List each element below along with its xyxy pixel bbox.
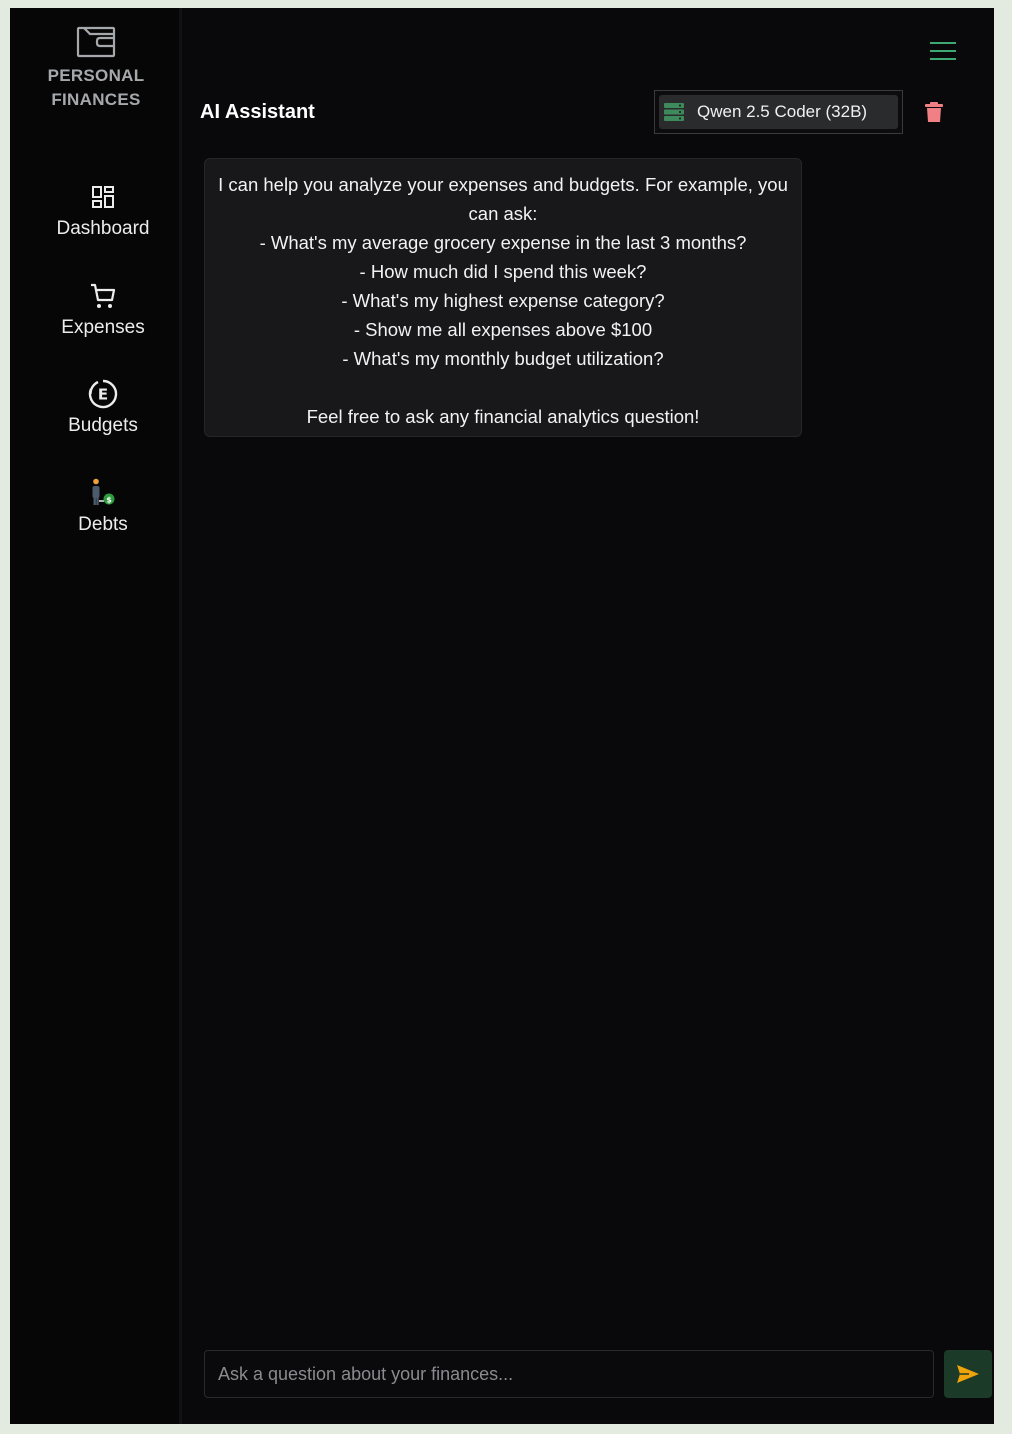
page-title: AI Assistant — [200, 101, 315, 123]
chat-input[interactable] — [204, 1350, 934, 1398]
sidebar: PERSONAL FINANCES Dashboard Expenses E B… — [10, 8, 182, 1424]
message-line: - What's my highest expense category? — [341, 290, 665, 311]
sidebar-item-expenses[interactable]: Expenses — [10, 281, 196, 339]
trash-icon — [925, 102, 943, 122]
message-line: - Show me all expenses above $100 — [353, 319, 653, 340]
message-line — [217, 373, 789, 402]
svg-text:$: $ — [106, 496, 112, 505]
model-label: Qwen 2.5 Coder (32B) — [697, 102, 868, 121]
hamburger-icon-bar — [930, 50, 956, 52]
person-money-icon: $ — [92, 478, 115, 505]
model-selector[interactable]: Qwen 2.5 Coder (32B) — [654, 90, 903, 134]
sidebar-item-dashboard[interactable]: Dashboard — [10, 182, 196, 240]
message-line: - What's my monthly budget utilization? — [342, 348, 664, 369]
send-button[interactable] — [944, 1350, 992, 1398]
logo-line-1: PERSONAL — [47, 66, 145, 85]
sidebar-item-debts[interactable]: $ Debts — [10, 478, 196, 536]
app-window: PERSONAL FINANCES Dashboard Expenses E B… — [10, 8, 994, 1424]
message-line: I can help you analyze your expenses and… — [218, 174, 788, 224]
sidebar-item-label: Budgets — [68, 415, 138, 436]
logo-line-2: FINANCES — [51, 90, 141, 109]
sidebar-item-label: Debts — [78, 514, 128, 535]
cart-icon — [91, 283, 116, 308]
logo-text: PERSONAL FINANCES — [10, 64, 182, 112]
server-icon — [664, 103, 684, 121]
wallet-icon — [76, 26, 116, 58]
euro-coin-icon: E — [88, 379, 118, 409]
svg-text:E: E — [98, 386, 108, 404]
hamburger-menu-button[interactable] — [930, 42, 956, 62]
assistant-message: I can help you analyze your expenses and… — [204, 158, 802, 437]
message-line: Feel free to ask any financial analytics… — [306, 406, 700, 427]
main-panel: AI Assistant Qwen 2.5 Coder (32B) I can … — [185, 8, 994, 1424]
hamburger-icon — [930, 42, 956, 44]
sidebar-item-label: Expenses — [61, 317, 145, 338]
message-line: - What's my average grocery expense in t… — [259, 232, 747, 253]
sidebar-item-label: Dashboard — [56, 218, 150, 239]
model-select-button[interactable]: Qwen 2.5 Coder (32B) — [659, 95, 898, 129]
message-line: - How much did I spend this week? — [359, 261, 647, 282]
hamburger-icon-bar — [930, 58, 956, 60]
send-arrow-icon — [957, 1365, 979, 1383]
dashboard-icon — [92, 186, 114, 208]
clear-chat-button[interactable] — [924, 101, 944, 123]
logo[interactable]: PERSONAL FINANCES — [10, 26, 182, 112]
sidebar-item-budgets[interactable]: E Budgets — [10, 379, 196, 437]
